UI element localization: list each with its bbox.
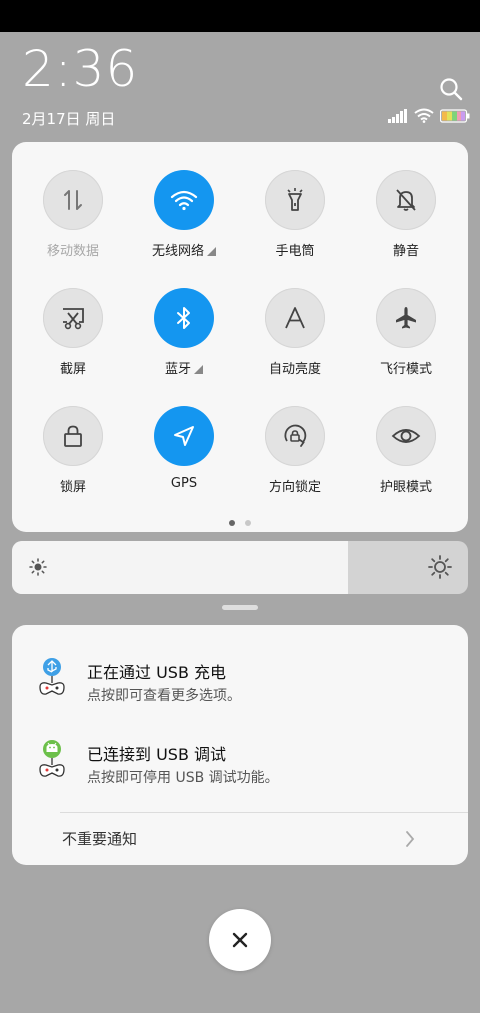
tile-label: 移动数据: [46, 244, 99, 259]
tile-auto-brightness[interactable]: 自动亮度: [240, 288, 350, 392]
notification-usb-charging[interactable]: 正在通过 USB 充电 点按即可查看更多选项。: [12, 655, 468, 715]
wifi-status-icon: [414, 108, 434, 127]
notification-subtitle: 点按即可查看更多选项。: [87, 688, 241, 704]
mobile-data-icon: [43, 170, 103, 230]
clear-all-button[interactable]: [209, 909, 271, 971]
usb-debug-icon: [36, 739, 68, 785]
tile-screenshot[interactable]: 截屏: [18, 288, 128, 392]
clock: 2:36: [22, 40, 139, 98]
tile-label: 方向锁定: [268, 480, 321, 495]
notification-usb-debug[interactable]: 已连接到 USB 调试 点按即可停用 USB 调试功能。: [12, 737, 468, 797]
notification-subtitle: 点按即可停用 USB 调试功能。: [87, 770, 279, 786]
brightness-slider[interactable]: [12, 541, 468, 594]
tile-rotation-lock[interactable]: 方向锁定: [240, 406, 350, 510]
brightness-fill: [12, 541, 349, 594]
tile-label: 截屏: [59, 362, 86, 377]
screenshot-icon: [43, 288, 103, 348]
notification-panel: 正在通过 USB 充电 点按即可查看更多选项。 已连接到 USB 调试 点按即可…: [12, 625, 468, 865]
search-icon[interactable]: [438, 76, 464, 102]
panel-handle[interactable]: [222, 605, 258, 610]
tile-wifi[interactable]: 无线网络: [129, 170, 239, 274]
tile-lock-screen[interactable]: 锁屏: [18, 406, 128, 510]
page-dot[interactable]: [229, 520, 235, 526]
tile-label: 飞行模式: [379, 362, 432, 377]
signal-icon: [388, 108, 408, 127]
mute-bell-icon: [376, 170, 436, 230]
tile-label: 锁屏: [59, 480, 86, 495]
tile-label: 手电筒: [275, 244, 315, 259]
tile-bluetooth[interactable]: 蓝牙: [129, 288, 239, 392]
tile-mobile-data[interactable]: 移动数据: [18, 170, 128, 274]
tile-label: 无线网络: [129, 240, 239, 259]
tile-airplane[interactable]: 飞行模式: [351, 288, 461, 392]
date: 2月17日 周日: [22, 110, 116, 128]
wifi-icon: [154, 170, 214, 230]
flashlight-icon: [265, 170, 325, 230]
divider: [60, 812, 468, 813]
lock-icon: [43, 406, 103, 466]
page-dot[interactable]: [245, 520, 251, 526]
tile-label: GPS: [170, 476, 198, 491]
tile-flashlight[interactable]: 手电筒: [240, 170, 350, 274]
tile-label: 护眼模式: [379, 480, 432, 495]
tile-label: 蓝牙: [129, 358, 239, 377]
tile-label: 静音: [392, 244, 419, 259]
bluetooth-icon: [154, 288, 214, 348]
notification-title: 正在通过 USB 充电: [87, 663, 227, 682]
tile-mute[interactable]: 静音: [351, 170, 461, 274]
eye-icon: [376, 406, 436, 466]
auto-brightness-icon: [265, 288, 325, 348]
notification-title: 已连接到 USB 调试: [87, 745, 227, 764]
status-icons: [388, 108, 470, 126]
top-black-bar: [0, 0, 480, 32]
tile-eye-care[interactable]: 护眼模式: [351, 406, 461, 510]
page-indicator: [12, 520, 468, 526]
tile-label: 自动亮度: [268, 362, 321, 377]
brightness-low-icon: [28, 557, 48, 581]
battery-icon: [439, 108, 470, 127]
usb-charging-icon: [36, 657, 68, 703]
quick-settings-panel: 移动数据 无线网络 手电筒 静音 截屏 蓝牙 自动亮度 飞行模式 锁屏 GPS …: [12, 142, 468, 532]
unimportant-notifications-link[interactable]: 不重要通知: [62, 828, 137, 849]
brightness-high-icon: [428, 555, 452, 583]
rotation-lock-icon: [265, 406, 325, 466]
close-icon: [232, 932, 248, 948]
tile-gps[interactable]: GPS: [129, 406, 239, 510]
gps-icon: [154, 406, 214, 466]
airplane-icon: [376, 288, 436, 348]
chevron-right-icon[interactable]: [404, 829, 416, 853]
